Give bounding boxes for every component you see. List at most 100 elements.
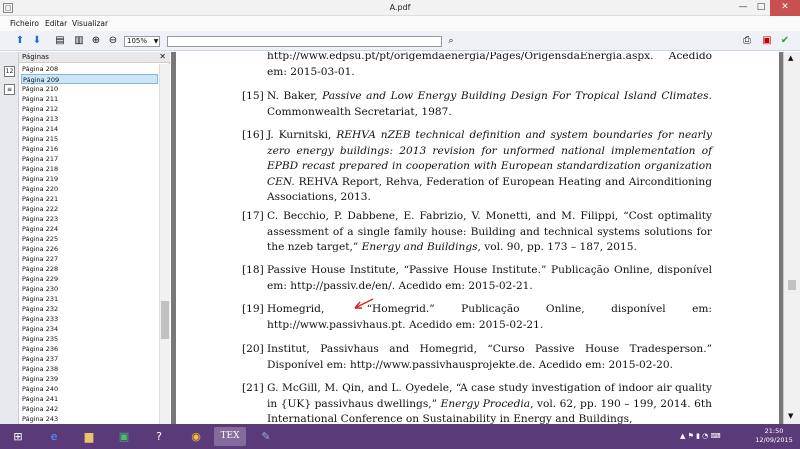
reference-entry: [17] C. Becchio, P. Dabbene, E. Fabrizio,… (242, 209, 712, 256)
tex-icon[interactable]: TEX (214, 427, 246, 446)
page-list-item[interactable]: Página 212 (21, 104, 158, 114)
reference-number: [20] (242, 343, 264, 355)
chrome-icon[interactable]: ◉ (180, 427, 212, 446)
page-list-item[interactable]: Página 222 (21, 204, 158, 214)
chevron-down-icon[interactable]: ▼ (152, 36, 160, 47)
page-list-item[interactable]: Página 238 (21, 364, 158, 374)
arrow-up-icon[interactable]: ⬆ (13, 34, 27, 48)
pages-panel: Páginas ✕ Página 208 Página 209 Página 210… (19, 52, 170, 424)
last-page-icon[interactable]: ▥ (72, 34, 86, 48)
system-tray-icons[interactable]: ▲ ⚑ ▮ ◔ ⌨ (680, 432, 721, 440)
page-list-item[interactable]: Página 243 (21, 414, 158, 424)
page-list-item[interactable]: Página 226 (21, 244, 158, 254)
bookmarks-panel-icon[interactable]: ≡ (4, 84, 15, 95)
page-list-item[interactable]: Página 215 (21, 134, 158, 144)
page-list-item[interactable]: Página 233 (21, 314, 158, 324)
taskbar: ⊞ e ▆ ▣ ? ◉ TEX ✎ ▲ ⚑ ▮ ◔ ⌨ 21:50 12/09/… (0, 424, 800, 449)
menu-editar[interactable]: Editar (45, 19, 67, 28)
page-list-item[interactable]: Página 211 (21, 94, 158, 104)
reference-entry: [21] G. McGill, M. Qin, and L. Oyedele, “… (242, 381, 712, 424)
page-list-item[interactable]: Página 209 (21, 74, 158, 84)
navigation-pane-strip: 12 ≡ (0, 52, 19, 424)
title-bar: ▢ A.pdf — □ ✕ (0, 0, 800, 16)
page-list-item[interactable]: Página 219 (21, 174, 158, 184)
page-list-item[interactable]: Página 230 (21, 284, 158, 294)
page-list-item[interactable]: Página 235 (21, 334, 158, 344)
store-icon[interactable]: ▣ (108, 427, 140, 446)
page-list-item[interactable]: Página 225 (21, 234, 158, 244)
scroll-up-icon[interactable]: ▲ (788, 54, 793, 62)
page-list: Página 208 Página 209 Página 210 Página 211… (19, 64, 159, 424)
printer-icon[interactable]: ⎙ (740, 34, 754, 48)
pages-panel-icon[interactable]: 12 (4, 66, 15, 77)
pdf-icon[interactable]: ▣ (760, 34, 774, 48)
clock-time: 21:50 (764, 427, 784, 435)
page-list-item[interactable]: Página 213 (21, 114, 158, 124)
check-icon[interactable]: ✔ (778, 34, 792, 48)
reference-entry: [19] Homegrid, “Homegrid.” Publicação Onl… (242, 302, 712, 333)
page-list-item[interactable]: Página 220 (21, 184, 158, 194)
reference-number: [21] (242, 382, 264, 394)
page-list-item[interactable]: Página 223 (21, 214, 158, 224)
reference-text: G. McGill, M. Qin, and L. Oyedele, “A ca… (267, 382, 712, 424)
arrow-down-icon[interactable]: ⬇ (30, 34, 44, 48)
windows-start-icon[interactable]: ⊞ (2, 427, 34, 446)
scrollbar-thumb[interactable] (788, 280, 796, 290)
page-list-item[interactable]: Página 231 (21, 294, 158, 304)
reference-entry: http://www.edpsu.pt/pt/origemdaenergia/P… (267, 52, 712, 80)
reference-text: J. Kurnitski, REHVA nZEB technical defin… (267, 129, 712, 203)
page-list-item[interactable]: Página 241 (21, 394, 158, 404)
zoom-in-icon[interactable]: ⊕ (89, 34, 103, 48)
reference-text: Institut, Passivhaus and Homegrid, “Curs… (267, 343, 712, 371)
page-list-item[interactable]: Página 224 (21, 224, 158, 234)
page-list-item[interactable]: Página 242 (21, 404, 158, 414)
page-list-item[interactable]: Página 236 (21, 344, 158, 354)
page-list-item[interactable]: Página 221 (21, 194, 158, 204)
page-list-item[interactable]: Página 232 (21, 304, 158, 314)
file-explorer-icon[interactable]: ▆ (73, 427, 105, 446)
clock-date: 12/09/2015 (755, 436, 793, 444)
reference-entry: [18] Passive House Institute, “Passive Ho… (242, 263, 712, 294)
close-icon[interactable]: ✕ (159, 52, 166, 61)
pages-scrollbar[interactable] (159, 64, 170, 424)
search-input[interactable] (167, 36, 442, 47)
internet-explorer-icon[interactable]: e (38, 427, 70, 446)
reference-entry: [20] Institut, Passivhaus and Homegrid, “… (242, 342, 712, 373)
help-icon[interactable]: ? (143, 427, 175, 446)
page-list-item[interactable]: Página 218 (21, 164, 158, 174)
binoculars-icon[interactable]: ⌕ (444, 34, 458, 48)
maximize-button[interactable]: □ (752, 0, 770, 16)
scroll-down-icon[interactable]: ▼ (788, 412, 793, 420)
scrollbar-thumb[interactable] (161, 301, 169, 339)
document-view: http://www.edpsu.pt/pt/origemdaenergia/P… (171, 52, 783, 424)
page-list-item[interactable]: Página 216 (21, 144, 158, 154)
reference-text: Homegrid, “Homegrid.” Publicação Online,… (267, 303, 712, 331)
page-list-item[interactable]: Página 208 (21, 64, 158, 74)
minimize-button[interactable]: — (734, 0, 752, 16)
reference-number: [17] (242, 210, 264, 222)
paint-icon[interactable]: ✎ (250, 427, 282, 446)
menu-bar: Ficheiro Editar Visualizar (0, 16, 800, 31)
reference-entry: [15] N. Baker, Passive and Low Energy Bui… (242, 89, 712, 120)
page-list-item[interactable]: Página 217 (21, 154, 158, 164)
page-list-item[interactable]: Página 214 (21, 124, 158, 134)
page-list-item[interactable]: Página 229 (21, 274, 158, 284)
page-list-item[interactable]: Página 227 (21, 254, 158, 264)
page-list-item[interactable]: Página 239 (21, 374, 158, 384)
clock[interactable]: 21:50 12/09/2015 (750, 427, 798, 445)
pdf-page: http://www.edpsu.pt/pt/origemdaenergia/P… (176, 52, 779, 424)
first-page-icon[interactable]: ▤ (53, 34, 67, 48)
page-list-item[interactable]: Página 228 (21, 264, 158, 274)
zoom-out-icon[interactable]: ⊖ (106, 34, 120, 48)
pages-panel-header: Páginas ✕ (19, 52, 170, 63)
document-scrollbar[interactable]: ▲ ▼ (783, 52, 800, 424)
page-list-item[interactable]: Página 240 (21, 384, 158, 394)
page-list-item[interactable]: Página 237 (21, 354, 158, 364)
close-button[interactable]: ✕ (770, 0, 800, 16)
window-title: A.pdf (389, 3, 411, 12)
menu-ficheiro[interactable]: Ficheiro (10, 19, 39, 28)
reference-entry: [16] J. Kurnitski, REHVA nZEB technical d… (242, 128, 712, 206)
menu-visualizar[interactable]: Visualizar (72, 19, 108, 28)
page-list-item[interactable]: Página 210 (21, 84, 158, 94)
page-list-item[interactable]: Página 234 (21, 324, 158, 334)
